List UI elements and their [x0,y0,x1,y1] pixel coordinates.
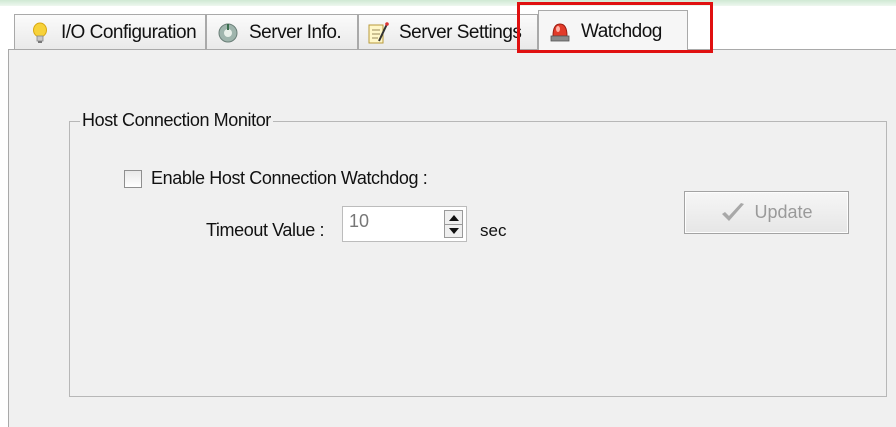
timeout-unit-label: sec [480,221,507,240]
spin-down-arrow-icon[interactable] [445,224,462,237]
app-window: I/O Configuration Server Info. Server Se… [0,0,896,427]
tab-io-configuration[interactable]: I/O Configuration [14,14,206,50]
highlight-box [517,2,713,53]
timeout-value[interactable]: 10 [349,211,369,232]
enable-watchdog-checkbox[interactable] [124,170,142,188]
tab-label: I/O Configuration [61,21,197,43]
spin-up-arrow-icon[interactable] [445,211,462,225]
enable-watchdog-label[interactable]: Enable Host Connection Watchdog : [151,168,428,189]
lightbulb-icon [33,22,47,43]
tab-server-info[interactable]: Server Info. [206,14,358,50]
tab-label: Server Settings [399,21,522,43]
timeout-label: Timeout Value : [206,220,325,240]
update-button-label: Update [754,202,813,222]
group-title: Host Connection Monitor [80,110,273,131]
spin-buttons [444,210,463,238]
settings-notepad-icon [368,21,389,43]
timeout-spinbox[interactable]: 10 [342,206,467,242]
info-disc-icon [218,23,238,42]
checkmark-icon [722,202,745,221]
tab-server-settings[interactable]: Server Settings [358,14,538,50]
tab-label: Server Info. [249,21,342,43]
host-connection-monitor-group [69,121,887,397]
update-button[interactable]: Update [684,191,849,234]
window-top-strip [0,0,896,6]
